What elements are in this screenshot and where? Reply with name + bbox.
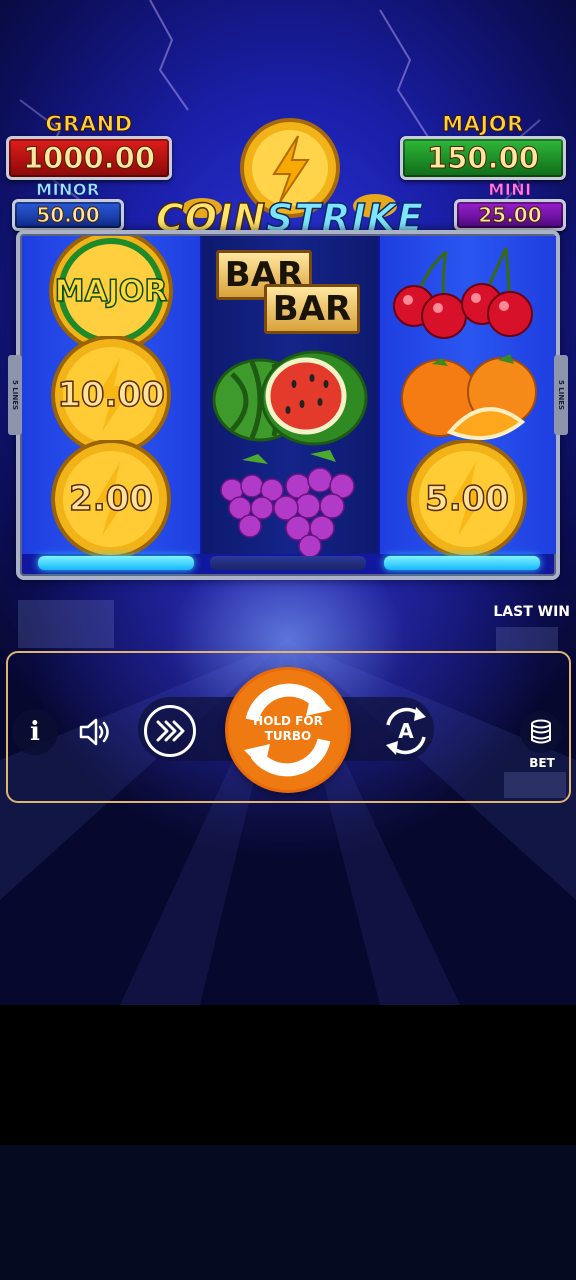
coin-symbol-2: 2.00 bbox=[46, 440, 176, 558]
last-win-value bbox=[496, 627, 558, 651]
minor-jackpot-value: 50.00 bbox=[12, 199, 124, 231]
lines-indicator-right: 5 LINES bbox=[554, 355, 568, 435]
turbo-button[interactable] bbox=[144, 705, 196, 757]
major-coin-symbol: MAJOR bbox=[46, 236, 176, 346]
mini-jackpot: MINI 25.00 bbox=[454, 180, 566, 231]
balance-display bbox=[18, 600, 114, 648]
major-symbol-label: MAJOR bbox=[54, 273, 168, 310]
coin-value-5: 5.00 bbox=[424, 478, 509, 520]
coin-symbol-10: 10.00 bbox=[46, 336, 176, 454]
grapes-icon bbox=[220, 450, 355, 558]
bottom-black-area bbox=[0, 1005, 576, 1145]
coin-value-10: 10.00 bbox=[56, 374, 165, 416]
reel-1: MAJOR 10.00 2.00 bbox=[22, 236, 200, 558]
coin-value-2: 2.00 bbox=[68, 478, 153, 520]
mini-jackpot-label: MINI bbox=[488, 180, 532, 200]
reel-glow-bar-3 bbox=[384, 556, 540, 570]
autoplay-button[interactable]: A bbox=[378, 703, 434, 759]
autoplay-label: A bbox=[398, 719, 414, 743]
game-stage: GRAND 1000.00 MAJOR 150.00 MINOR 50.00 M… bbox=[0, 0, 576, 1005]
minor-jackpot: MINOR 50.00 bbox=[12, 180, 124, 231]
bet-value bbox=[504, 772, 566, 798]
coin-symbol-5: 5.00 bbox=[402, 440, 532, 558]
info-button[interactable]: i bbox=[12, 709, 58, 755]
game-logo: COINSTRIKE bbox=[140, 118, 440, 243]
coin-stack-icon bbox=[531, 719, 551, 744]
speaker-icon bbox=[79, 718, 109, 746]
spin-button[interactable]: HOLD FOR TURBO bbox=[228, 670, 348, 790]
bet-label: BET bbox=[529, 756, 555, 770]
reel-3: 5.00 bbox=[380, 236, 556, 558]
reel-2: BAR BAR bbox=[202, 236, 378, 558]
reel-glow-bar-2 bbox=[210, 556, 366, 570]
bar-symbol-bottom: BAR bbox=[264, 284, 360, 334]
bet-button[interactable] bbox=[520, 711, 562, 753]
reel-glow-bar-1 bbox=[38, 556, 194, 570]
fast-forward-icon bbox=[156, 720, 185, 742]
minor-jackpot-label: MINOR bbox=[36, 180, 100, 200]
bottom-navy-band bbox=[0, 1145, 576, 1280]
sound-button[interactable] bbox=[72, 709, 118, 755]
cherries-icon bbox=[393, 247, 533, 339]
info-icon: i bbox=[30, 717, 40, 747]
lines-indicator-left: 5 LINES bbox=[8, 355, 22, 435]
mini-jackpot-value: 25.00 bbox=[454, 199, 566, 231]
watermelon-icon bbox=[212, 350, 368, 446]
last-win-label: LAST WIN bbox=[493, 604, 570, 620]
spin-button-label: HOLD FOR TURBO bbox=[253, 714, 323, 743]
reel-frame: MAJOR 10.00 2.00 BAR BAR 5.00 bbox=[16, 230, 560, 580]
